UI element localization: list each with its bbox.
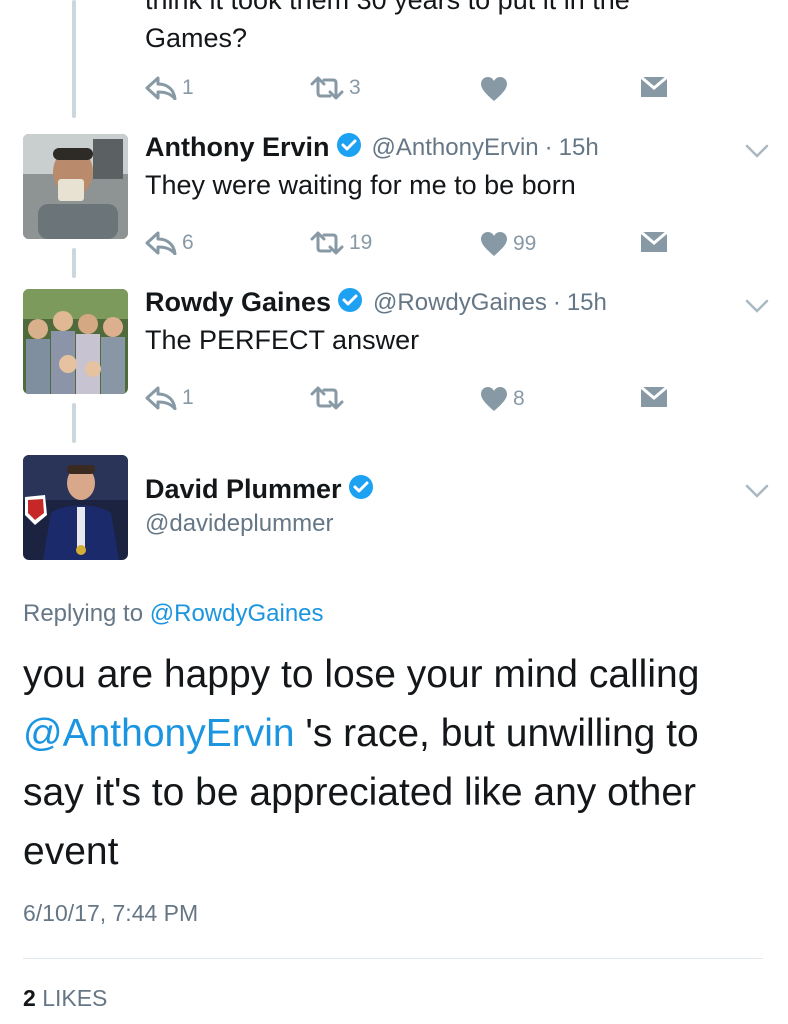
chevron-down-icon[interactable]	[745, 299, 769, 313]
thread-line	[72, 0, 76, 118]
user-handle[interactable]: @davideplummer	[145, 510, 333, 538]
reply-count: 6	[182, 231, 194, 254]
retweet-icon	[310, 386, 344, 410]
retweet-button[interactable]	[310, 386, 344, 410]
reply-icon	[145, 231, 177, 255]
display-name[interactable]: David Plummer	[145, 474, 342, 505]
verified-badge-icon	[337, 287, 363, 318]
reply-button[interactable]: 6	[145, 231, 194, 255]
separator-dot: ·	[552, 288, 561, 316]
retweet-button[interactable]: 19	[310, 231, 372, 255]
like-count: 8	[513, 387, 525, 410]
tweet-header: Rowdy Gaines @RowdyGaines · 15h	[145, 287, 607, 318]
reply-icon	[145, 76, 177, 100]
separator-dot: ·	[544, 133, 553, 161]
tweet-header: Anthony Ervin @AnthonyErvin · 15h	[145, 132, 599, 163]
reply-icon	[145, 386, 177, 410]
retweet-count: 3	[349, 76, 361, 99]
heart-icon	[481, 232, 507, 256]
dm-button[interactable]	[640, 231, 668, 253]
replying-to: Replying to @RowdyGaines	[23, 600, 324, 628]
main-tweet-text-part: you are happy to lose your mind calling	[23, 653, 700, 696]
retweet-icon	[310, 231, 344, 255]
dm-icon	[640, 386, 668, 407]
tweet-header: David Plummer	[145, 474, 384, 505]
chevron-down-icon[interactable]	[745, 484, 769, 498]
reply-button[interactable]: 1	[145, 76, 194, 100]
replying-mention-link[interactable]: @RowdyGaines	[150, 600, 324, 627]
divider	[23, 958, 763, 959]
display-name[interactable]: Rowdy Gaines	[145, 287, 331, 318]
likes-count[interactable]: 2 LIKES	[23, 985, 107, 1012]
avatar[interactable]	[23, 289, 128, 394]
reply-button[interactable]: 1	[145, 386, 194, 410]
tweet-actions: 6 19 99	[145, 231, 675, 263]
main-tweet-text: you are happy to lose your mind calling @…	[23, 645, 753, 881]
avatar[interactable]	[23, 134, 128, 239]
tweet-text: They were waiting for me to be born	[145, 170, 576, 200]
likes-label: LIKES	[42, 985, 108, 1011]
tweet-time[interactable]: 15h	[567, 289, 607, 317]
reply-count: 1	[182, 386, 194, 409]
dm-button[interactable]	[640, 386, 668, 408]
like-button[interactable]: 99	[480, 231, 536, 257]
dm-icon	[640, 76, 668, 97]
tweet-timestamp[interactable]: 6/10/17, 7:44 PM	[23, 900, 198, 927]
like-button[interactable]	[480, 76, 508, 102]
replying-label: Replying to	[23, 600, 144, 627]
heart-icon	[481, 77, 507, 101]
tweet-text: The PERFECT answer	[145, 325, 420, 355]
dm-icon	[640, 231, 668, 252]
tweet-time[interactable]: 15h	[559, 134, 599, 162]
reply-count: 1	[182, 76, 194, 99]
thread-line	[72, 403, 76, 443]
tweet-text: think it took them 30 years to put it in…	[145, 0, 630, 15]
tweet-actions: 1 8	[145, 386, 675, 418]
mention-link[interactable]: @AnthonyErvin	[23, 712, 295, 755]
display-name[interactable]: Anthony Ervin	[145, 132, 330, 163]
user-handle[interactable]: @AnthonyErvin	[372, 134, 539, 162]
verified-badge-icon	[336, 132, 362, 163]
thread-line	[72, 248, 76, 278]
retweet-icon	[310, 76, 344, 100]
chevron-down-icon[interactable]	[745, 144, 769, 158]
dm-button[interactable]	[640, 76, 668, 98]
like-button[interactable]: 8	[480, 386, 525, 412]
verified-badge-icon	[348, 474, 374, 505]
retweet-count: 19	[349, 231, 373, 254]
tweet-actions: 1 3	[145, 76, 675, 108]
heart-icon	[481, 387, 507, 411]
like-count: 99	[513, 232, 537, 255]
tweet-text: Games?	[145, 23, 248, 53]
retweet-button[interactable]: 3	[310, 76, 361, 100]
avatar[interactable]	[23, 455, 128, 560]
likes-number: 2	[23, 985, 36, 1011]
user-handle[interactable]: @RowdyGaines	[373, 289, 547, 317]
